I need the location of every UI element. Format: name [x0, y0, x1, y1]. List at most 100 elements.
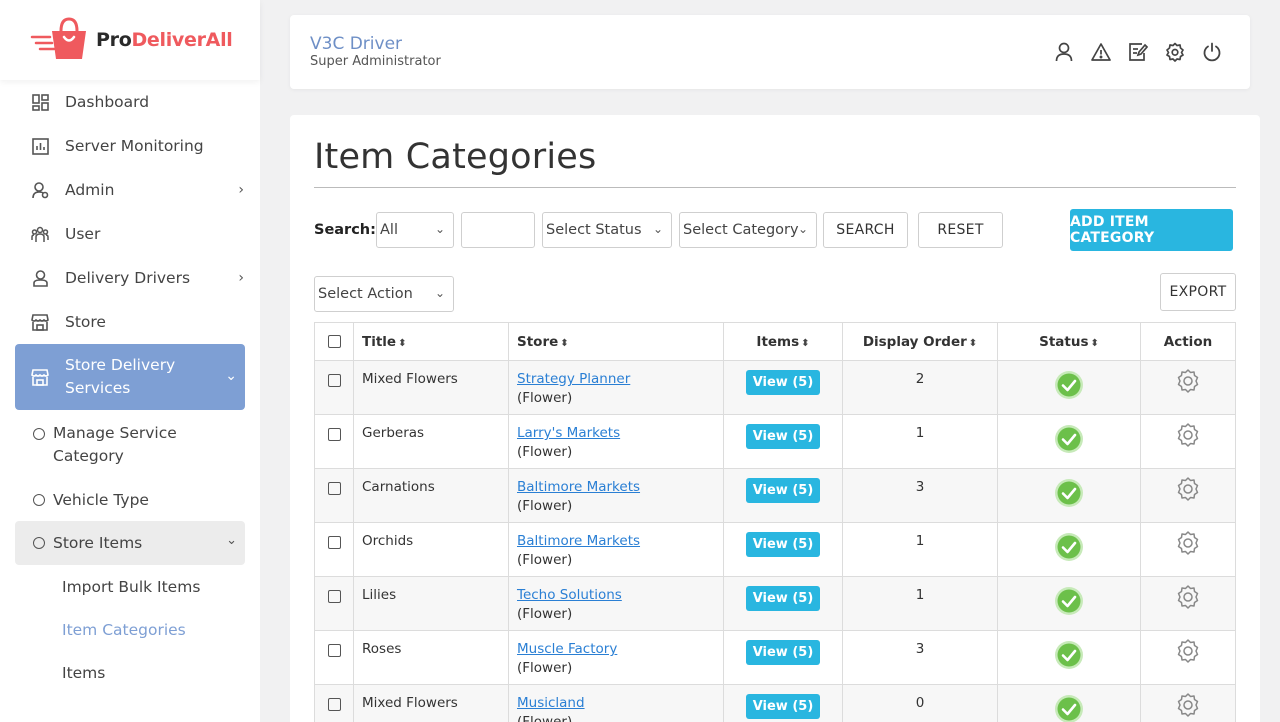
- gear-icon[interactable]: [1175, 639, 1201, 668]
- bulk-action-select[interactable]: Select Action ⌄: [314, 276, 454, 312]
- view-items-button[interactable]: View (5): [745, 370, 821, 395]
- store-link[interactable]: Strategy Planner: [517, 370, 723, 389]
- column-header-display-order[interactable]: Display Order ⬍: [842, 322, 998, 361]
- gear-icon[interactable]: [1175, 531, 1201, 560]
- row-checkbox[interactable]: [327, 428, 341, 441]
- store-link[interactable]: Musicland: [517, 694, 723, 713]
- brand-part-2: DeliverAll: [131, 29, 233, 51]
- view-items-button[interactable]: View (5): [745, 478, 821, 503]
- search-input[interactable]: [461, 212, 535, 248]
- row-checkbox[interactable]: [327, 698, 341, 711]
- row-checkbox[interactable]: [327, 644, 341, 657]
- store-category: (Flower): [517, 606, 573, 622]
- sidebar-sub-manage-service-category[interactable]: Manage Service Category: [0, 422, 260, 478]
- brand-name: ProDeliverAll: [96, 29, 233, 51]
- sidebar-subsub-item-categories[interactable]: Item Categories: [0, 608, 260, 651]
- column-header-store[interactable]: Store ⬍: [508, 322, 724, 361]
- gear-icon[interactable]: [1175, 423, 1201, 452]
- column-header-label: Status: [1039, 333, 1089, 350]
- store-link[interactable]: Larry's Markets: [517, 424, 723, 443]
- shopping-bag-logo-icon: [30, 17, 92, 63]
- sidebar-sub-label: Vehicle Type: [53, 490, 149, 509]
- reset-button[interactable]: RESET: [918, 212, 1003, 248]
- cell-status: [997, 468, 1141, 523]
- sidebar-subsub-import-bulk-items[interactable]: Import Bulk Items: [0, 565, 260, 608]
- store-icon: [31, 313, 49, 331]
- sidebar-subsub-items[interactable]: Items: [0, 651, 260, 694]
- row-select-cell: [314, 684, 354, 722]
- power-icon[interactable]: [1202, 42, 1222, 62]
- store-link[interactable]: Techo Solutions: [517, 586, 723, 605]
- row-checkbox[interactable]: [327, 482, 341, 495]
- sidebar-item-server-monitoring[interactable]: Server Monitoring: [0, 124, 260, 168]
- column-header-status[interactable]: Status ⬍: [997, 322, 1141, 361]
- gear-icon[interactable]: [1175, 369, 1201, 398]
- chevron-down-icon: ⌄: [797, 222, 808, 236]
- status-active-check-icon[interactable]: [1054, 587, 1084, 620]
- cell-store: Baltimore Markets (Flower): [508, 522, 724, 577]
- cell-store: Techo Solutions (Flower): [508, 576, 724, 631]
- sidebar-sub-vehicle-type[interactable]: Vehicle Type: [0, 478, 260, 521]
- sort-icon: ⬍: [801, 337, 810, 349]
- view-items-button[interactable]: View (5): [745, 424, 821, 449]
- gear-icon[interactable]: [1175, 585, 1201, 614]
- view-items-button[interactable]: View (5): [745, 532, 821, 557]
- gear-icon[interactable]: [1175, 693, 1201, 722]
- table-row: Lilies Techo Solutions (Flower) View (5) 1: [314, 576, 1236, 631]
- top-header: V3C Driver Super Administrator: [290, 15, 1250, 89]
- sidebar-item-store-delivery-services[interactable]: Store Delivery Services ⌄: [15, 344, 245, 410]
- row-checkbox[interactable]: [327, 374, 341, 387]
- export-button[interactable]: EXPORT: [1160, 273, 1236, 311]
- column-header-title[interactable]: Title ⬍: [353, 322, 509, 361]
- status-active-check-icon[interactable]: [1054, 695, 1084, 722]
- main-content: Item Categories Search: All ⌄ Select Sta…: [290, 115, 1260, 722]
- status-active-check-icon[interactable]: [1054, 479, 1084, 512]
- profile-icon[interactable]: [1054, 42, 1074, 62]
- sidebar-item-dashboard[interactable]: Dashboard: [0, 80, 260, 124]
- sidebar-sub-store-items[interactable]: Store Items ⌄: [15, 521, 245, 565]
- view-items-button[interactable]: View (5): [745, 694, 821, 719]
- column-header-label: Store: [517, 333, 559, 350]
- sidebar-item-delivery-drivers[interactable]: Delivery Drivers ›: [0, 256, 260, 300]
- status-active-check-icon[interactable]: [1054, 533, 1084, 566]
- store-link[interactable]: Baltimore Markets: [517, 478, 723, 497]
- warning-icon[interactable]: [1091, 42, 1111, 62]
- item-categories-table: Title ⬍ Store ⬍ Items ⬍ Display Order ⬍ Stat…: [314, 322, 1236, 722]
- chevron-down-icon: ⌄: [226, 533, 237, 548]
- status-select[interactable]: Select Status ⌄: [542, 212, 672, 248]
- sidebar-item-label: Store: [65, 313, 106, 331]
- gear-icon[interactable]: [1175, 477, 1201, 506]
- store-link[interactable]: Baltimore Markets: [517, 532, 723, 551]
- brand-part-1: Pro: [96, 29, 132, 51]
- store-link[interactable]: Muscle Factory: [517, 640, 723, 659]
- row-checkbox[interactable]: [327, 590, 341, 603]
- row-select-cell: [314, 522, 354, 577]
- title-divider: [314, 187, 1236, 188]
- search-button[interactable]: SEARCH: [823, 212, 908, 248]
- search-field-select[interactable]: All ⌄: [376, 212, 454, 248]
- users-icon: [31, 225, 49, 243]
- status-active-check-icon[interactable]: [1054, 371, 1084, 404]
- add-item-category-button[interactable]: ADD ITEM CATEGORY: [1070, 209, 1233, 251]
- status-active-check-icon[interactable]: [1054, 641, 1084, 674]
- edit-document-icon[interactable]: [1128, 42, 1149, 62]
- column-header-items[interactable]: Items ⬍: [723, 322, 843, 361]
- view-items-button[interactable]: View (5): [745, 586, 821, 611]
- cell-action: [1140, 576, 1236, 631]
- logo[interactable]: ProDeliverAll: [0, 0, 260, 80]
- cell-display-order: 0: [842, 684, 998, 722]
- sidebar-item-admin[interactable]: Admin ›: [0, 168, 260, 212]
- settings-icon[interactable]: [1165, 42, 1185, 62]
- circle-bullet-icon: [33, 537, 45, 549]
- status-active-check-icon[interactable]: [1054, 425, 1084, 458]
- row-checkbox[interactable]: [327, 536, 341, 549]
- sidebar-item-user[interactable]: User: [0, 212, 260, 256]
- cell-items: View (5): [723, 468, 843, 523]
- sidebar-item-store[interactable]: Store: [0, 300, 260, 344]
- select-all-checkbox[interactable]: [327, 334, 341, 348]
- sort-icon: ⬍: [560, 337, 569, 349]
- store-category: (Flower): [517, 552, 573, 568]
- view-items-button[interactable]: View (5): [745, 640, 821, 665]
- category-select[interactable]: Select Category ⌄: [679, 212, 817, 248]
- sidebar-item-label: Admin: [65, 181, 115, 199]
